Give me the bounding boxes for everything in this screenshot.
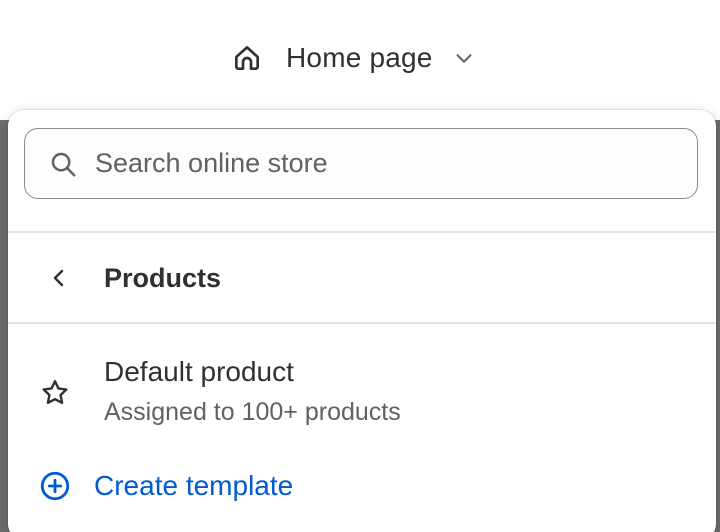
plus-circle-icon bbox=[38, 469, 72, 503]
template-assignment: Assigned to 100+ products bbox=[104, 398, 401, 426]
divider bbox=[8, 322, 716, 324]
chevron-down-icon bbox=[451, 45, 477, 71]
create-template-label: Create template bbox=[94, 470, 294, 501]
top-bar: Home page bbox=[0, 0, 720, 120]
search-icon bbox=[47, 148, 79, 180]
home-icon bbox=[230, 41, 264, 75]
page-title: Home page bbox=[286, 42, 433, 73]
chevron-left-icon bbox=[44, 263, 74, 293]
template-item-default-product[interactable]: Default product Assigned to 100+ product… bbox=[8, 346, 716, 434]
divider bbox=[8, 231, 716, 233]
star-icon bbox=[38, 376, 72, 410]
template-name: Default product bbox=[104, 356, 294, 387]
back-to-products-button[interactable]: Products bbox=[8, 234, 716, 322]
search-box[interactable] bbox=[24, 128, 698, 199]
section-title: Products bbox=[104, 262, 222, 293]
search-input[interactable] bbox=[95, 148, 655, 179]
page-dropdown-panel: Products Default product Assigned to 100… bbox=[8, 110, 716, 532]
create-template-button[interactable]: Create template bbox=[8, 460, 716, 512]
page-selector-button[interactable]: Home page bbox=[230, 36, 477, 80]
